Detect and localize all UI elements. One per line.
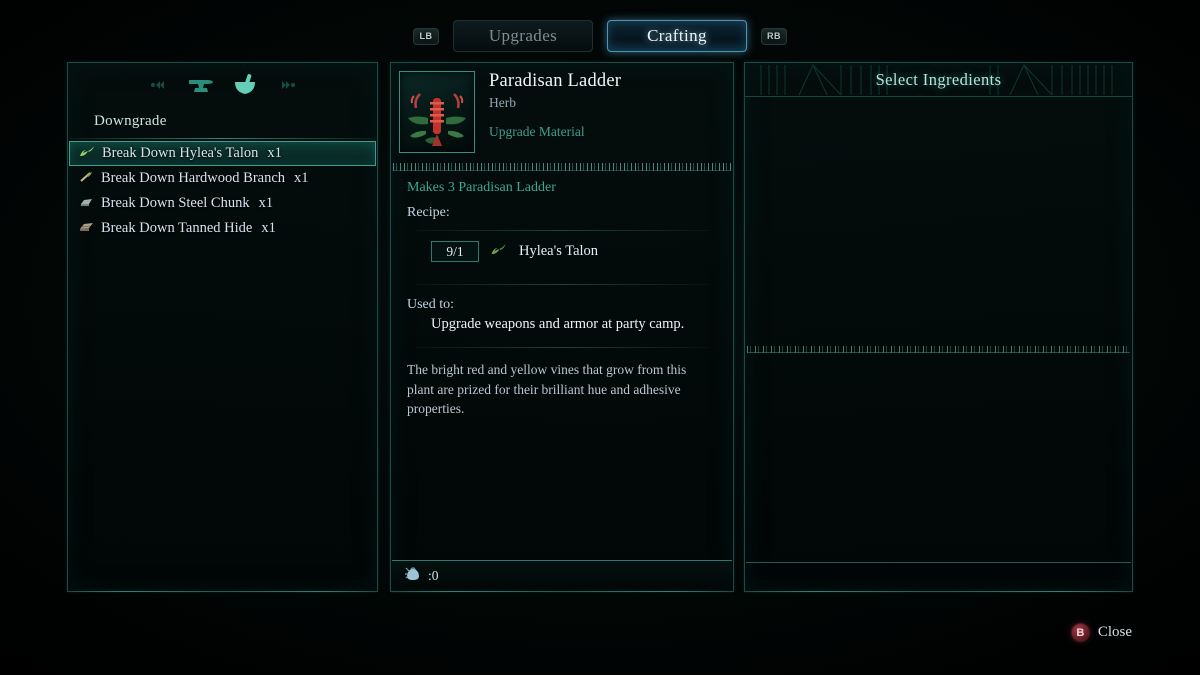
tab-bar: LB Upgrades Crafting RB: [0, 20, 1200, 52]
coin-pouch-icon: [404, 565, 422, 587]
list-item-label: Break Down Hardwood Branch: [101, 170, 286, 186]
recipe-section: Makes 3 Paradisan Ladder Recipe: 9/1 Hyl…: [391, 171, 733, 348]
item-header: Paradisan Ladder Herb Upgrade Material: [391, 63, 733, 159]
item-type: Herb: [489, 95, 516, 111]
paradisan-ladder-plant-icon: [399, 71, 475, 153]
herb-leaf-icon: [80, 145, 95, 163]
tanned-hide-icon: [79, 220, 94, 238]
select-ingredients-panel: Select Ingredients: [744, 62, 1133, 592]
list-item-qty: x1: [258, 195, 274, 211]
list-item[interactable]: Break Down Hylea's Talon x1: [69, 141, 376, 166]
tab-upgrades[interactable]: Upgrades: [453, 20, 593, 52]
used-to-section: Used to: Upgrade weapons and armor at pa…: [407, 285, 717, 333]
category-icon-row: [68, 67, 377, 107]
ingredients-title: Select Ingredients: [875, 69, 1002, 89]
list-item[interactable]: Break Down Hardwood Branch x1: [69, 166, 376, 191]
flavor-text: The bright red and yellow vines that gro…: [407, 362, 687, 417]
list-item[interactable]: Break Down Tanned Hide x1: [69, 216, 376, 241]
used-to-text: Upgrade weapons and armor at party camp.: [431, 316, 685, 332]
steel-ingot-icon: [79, 195, 94, 213]
right-arrows-icon[interactable]: [276, 78, 296, 97]
recipe-ingredient-row[interactable]: 9/1 Hylea's Talon: [407, 231, 717, 262]
downgrade-section-label: Downgrade: [94, 113, 167, 129]
recipe-label: Recipe:: [407, 205, 450, 220]
ingredients-header: Select Ingredients: [745, 63, 1132, 97]
tab-crafting[interactable]: Crafting: [607, 20, 747, 52]
used-to-label: Used to:: [407, 297, 455, 312]
rune-divider: [393, 163, 731, 171]
item-name: Paradisan Ladder: [489, 71, 622, 91]
left-arrows-icon[interactable]: [150, 78, 170, 97]
left-bumper-icon: LB: [413, 27, 439, 45]
b-button-icon: B: [1070, 623, 1090, 642]
mortar-pestle-icon[interactable]: [232, 73, 260, 101]
right-bumper-icon: RB: [761, 27, 787, 45]
crafting-screen: LB Upgrades Crafting RB Downgrade Break …: [0, 0, 1200, 675]
close-prompt[interactable]: B Close: [1070, 623, 1132, 642]
close-button-label: Close: [1097, 624, 1132, 640]
makes-label: Makes 3 Paradisan Ladder: [407, 180, 556, 195]
ingredient-quantity: 9/1: [431, 241, 479, 262]
ingredient-name: Hylea's Talon: [519, 243, 599, 259]
currency-bar: :0: [392, 560, 732, 590]
list-item-qty: x1: [294, 170, 309, 186]
list-item-label: Break Down Tanned Hide: [101, 220, 253, 236]
list-item-label: Break Down Steel Chunk: [101, 195, 250, 211]
herb-leaf-icon: [491, 243, 507, 261]
item-category: Upgrade Material: [489, 124, 585, 140]
list-item-qty: x1: [267, 145, 282, 161]
item-detail-panel: Paradisan Ladder Herb Upgrade Material M…: [390, 62, 734, 592]
item-text-block: Paradisan Ladder Herb Upgrade Material: [489, 71, 621, 159]
list-item[interactable]: Break Down Steel Chunk x1: [69, 191, 376, 216]
currency-value: :0: [428, 567, 439, 583]
list-item-qty: x1: [261, 220, 276, 236]
anvil-icon[interactable]: [186, 75, 216, 100]
downgrade-list: Break Down Hylea's Talon x1 Break Down H…: [68, 139, 377, 241]
list-item-label: Break Down Hylea's Talon: [102, 145, 259, 161]
downgrade-panel: Downgrade Break Down Hylea's Talon x1 Br…: [67, 62, 378, 592]
wood-branch-icon: [79, 170, 94, 188]
ingredients-rune-divider: [747, 346, 1130, 353]
ingredients-footer-bar: [746, 562, 1131, 590]
